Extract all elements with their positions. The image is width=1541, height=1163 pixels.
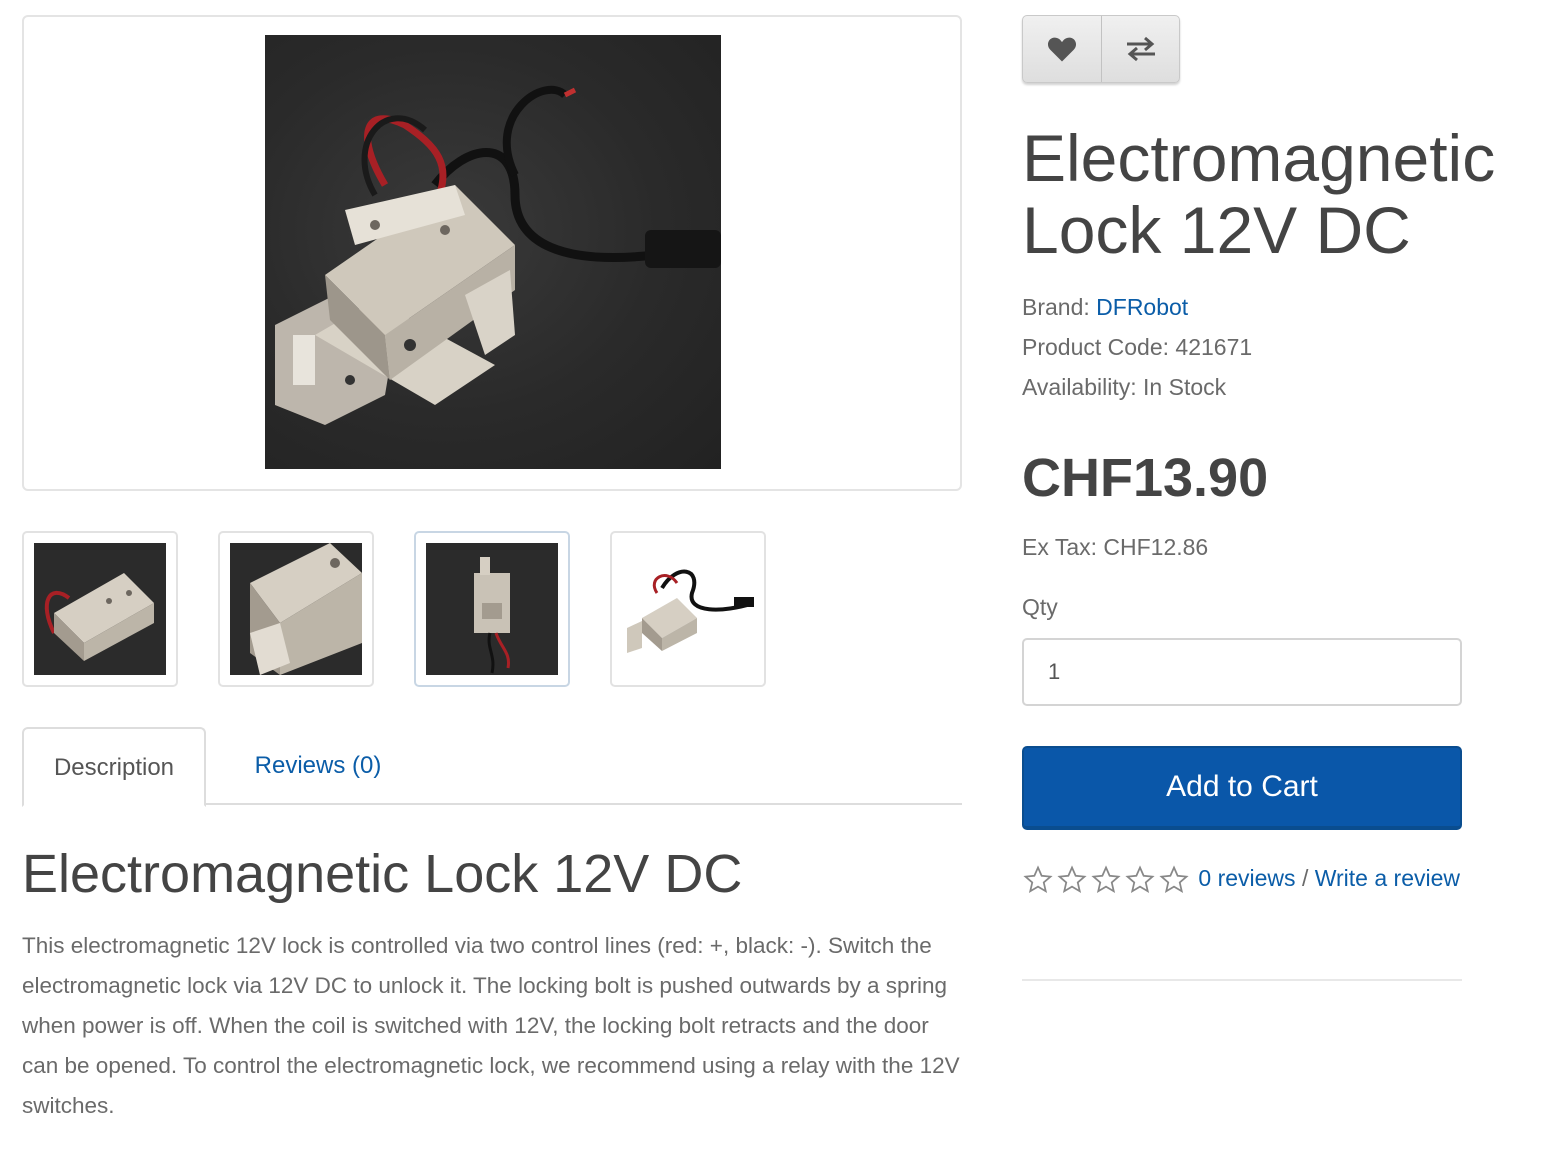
rating-separator: / xyxy=(1301,865,1309,891)
compare-button[interactable] xyxy=(1101,16,1179,82)
main-product-image-frame[interactable] xyxy=(22,15,962,491)
ex-tax-value: CHF12.86 xyxy=(1103,534,1209,560)
ex-tax-label: Ex Tax: xyxy=(1022,534,1097,560)
heart-icon xyxy=(1047,37,1077,62)
rating-section: 0 reviews / Write a review xyxy=(1022,858,1462,898)
divider xyxy=(1022,979,1462,981)
write-review-link[interactable]: Write a review xyxy=(1315,865,1460,891)
availability-value: In Stock xyxy=(1143,374,1227,400)
star-icon xyxy=(1159,865,1189,893)
star-icon xyxy=(1023,865,1053,893)
brand-row: Brand: DFRobot xyxy=(1022,294,1188,321)
tab-reviews[interactable]: Reviews (0) xyxy=(228,727,408,805)
product-code-row: Product Code: 421671 xyxy=(1022,334,1252,361)
star-icon xyxy=(1125,865,1155,893)
description-heading: Electromagnetic Lock 12V DC xyxy=(22,844,743,904)
brand-label: Brand: xyxy=(1022,294,1090,320)
description-text: This electromagnetic 12V lock is control… xyxy=(22,933,960,1118)
product-page: Description Reviews (0) Electromagnetic … xyxy=(0,0,1541,1163)
reviews-count-link[interactable]: 0 reviews xyxy=(1198,865,1295,891)
tab-description[interactable]: Description xyxy=(22,727,206,807)
lock-photo-illustration xyxy=(275,85,721,425)
brand-link[interactable]: DFRobot xyxy=(1096,294,1188,320)
main-product-image[interactable] xyxy=(265,35,721,469)
star-icon xyxy=(1091,865,1121,893)
thumbnail-image xyxy=(230,543,362,675)
product-code-label: Product Code: xyxy=(1022,334,1170,360)
availability-label: Availability: xyxy=(1022,374,1137,400)
add-to-cart-button[interactable]: Add to Cart xyxy=(1022,746,1462,830)
thumbnail-3[interactable] xyxy=(414,531,570,687)
product-price: CHF13.90 xyxy=(1022,448,1269,508)
quantity-input[interactable] xyxy=(1022,638,1462,706)
availability-row: Availability: In Stock xyxy=(1022,374,1226,401)
compare-arrows-icon xyxy=(1126,36,1155,62)
qty-label: Qty xyxy=(1022,594,1058,620)
add-to-wishlist-button[interactable] xyxy=(1023,16,1101,82)
thumbnail-4[interactable] xyxy=(610,531,766,687)
product-action-buttons xyxy=(1022,15,1180,83)
product-title: Electromagnetic Lock 12V DC xyxy=(1022,121,1496,267)
product-code-value: 421671 xyxy=(1175,334,1253,360)
thumbnail-image xyxy=(622,543,754,675)
star-icon xyxy=(1057,865,1087,893)
product-tabs: Description Reviews (0) xyxy=(22,727,962,807)
thumbnail-1[interactable] xyxy=(22,531,178,687)
thumbnail-image xyxy=(34,543,166,675)
ex-tax-row: Ex Tax: CHF12.86 xyxy=(1022,534,1208,561)
rating-stars xyxy=(1022,865,1192,893)
thumbnail-image xyxy=(426,543,558,675)
thumbnail-2[interactable] xyxy=(218,531,374,687)
